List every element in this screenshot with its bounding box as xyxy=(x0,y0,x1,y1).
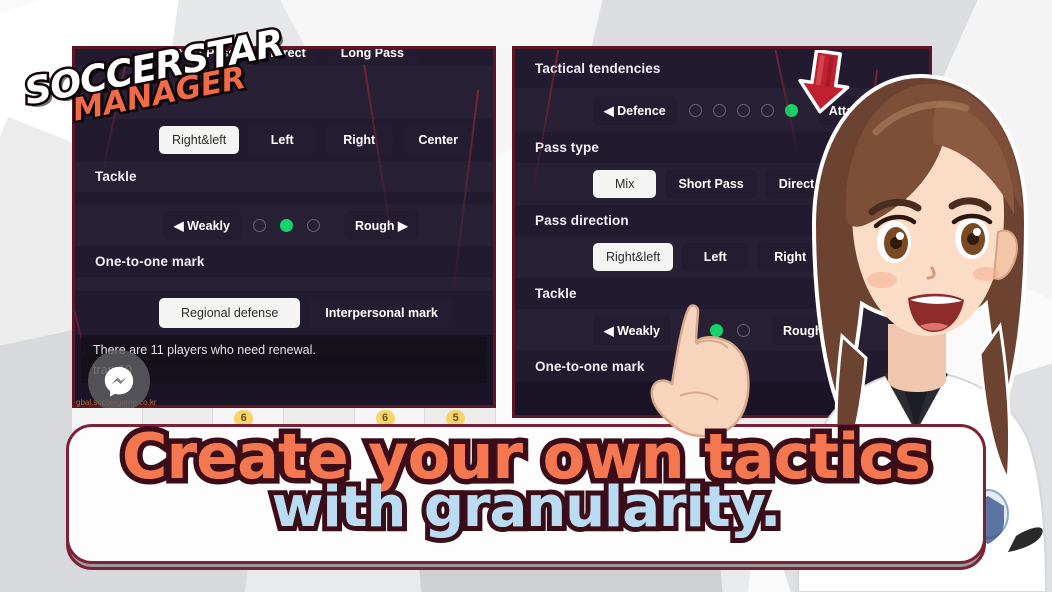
tendency-decrease-button[interactable]: ◀ Defence xyxy=(593,95,677,125)
tackle-decrease-button[interactable]: ◀ Weakly xyxy=(163,210,241,240)
pass-type-option-short-pass[interactable]: Short Pass xyxy=(665,170,757,198)
pass-direction-option-left[interactable]: Left xyxy=(248,126,317,154)
pointing-finger-icon xyxy=(650,304,750,438)
tendency-left-label: Defence xyxy=(617,103,666,118)
pass-direction-option-right[interactable]: Right xyxy=(325,126,394,154)
tackle-step-0[interactable] xyxy=(252,218,266,232)
pass-type-option-long-pass[interactable]: Long Pass xyxy=(327,49,417,65)
mark-option-interpersonal[interactable]: Interpersonal mark xyxy=(309,298,454,328)
pass-type-option-mix[interactable]: Mix xyxy=(593,170,657,198)
tendency-step-1[interactable] xyxy=(712,103,726,117)
messenger-icon[interactable] xyxy=(88,350,150,412)
pass-direction-option-rightleft[interactable]: Right&left xyxy=(159,126,240,154)
tendency-step-3[interactable] xyxy=(760,103,774,117)
tackle-slider[interactable] xyxy=(252,218,320,232)
headline-line-2: with granularity. xyxy=(271,475,782,540)
tackle-section-label: Tackle xyxy=(75,161,493,192)
headline: Create your own tactics with granularity… xyxy=(0,420,1052,541)
tackle-left-label: Weakly xyxy=(187,218,230,233)
tackle-step-2[interactable] xyxy=(306,218,320,232)
mark-option-regional-defense[interactable]: Regional defense xyxy=(159,298,301,328)
tackle-step-1[interactable] xyxy=(279,218,293,232)
tendency-step-2[interactable] xyxy=(736,103,750,117)
pass-direction-option-center[interactable]: Center xyxy=(402,126,475,154)
tackle-increase-button[interactable]: Rough ▶ xyxy=(343,210,419,240)
tendency-step-0[interactable] xyxy=(688,103,702,117)
one-to-one-mark-label: One-to-one mark xyxy=(75,246,493,277)
pass-direction-option-left[interactable]: Left xyxy=(682,243,749,271)
pass-direction-option-rightleft[interactable]: Right&left xyxy=(593,243,674,271)
